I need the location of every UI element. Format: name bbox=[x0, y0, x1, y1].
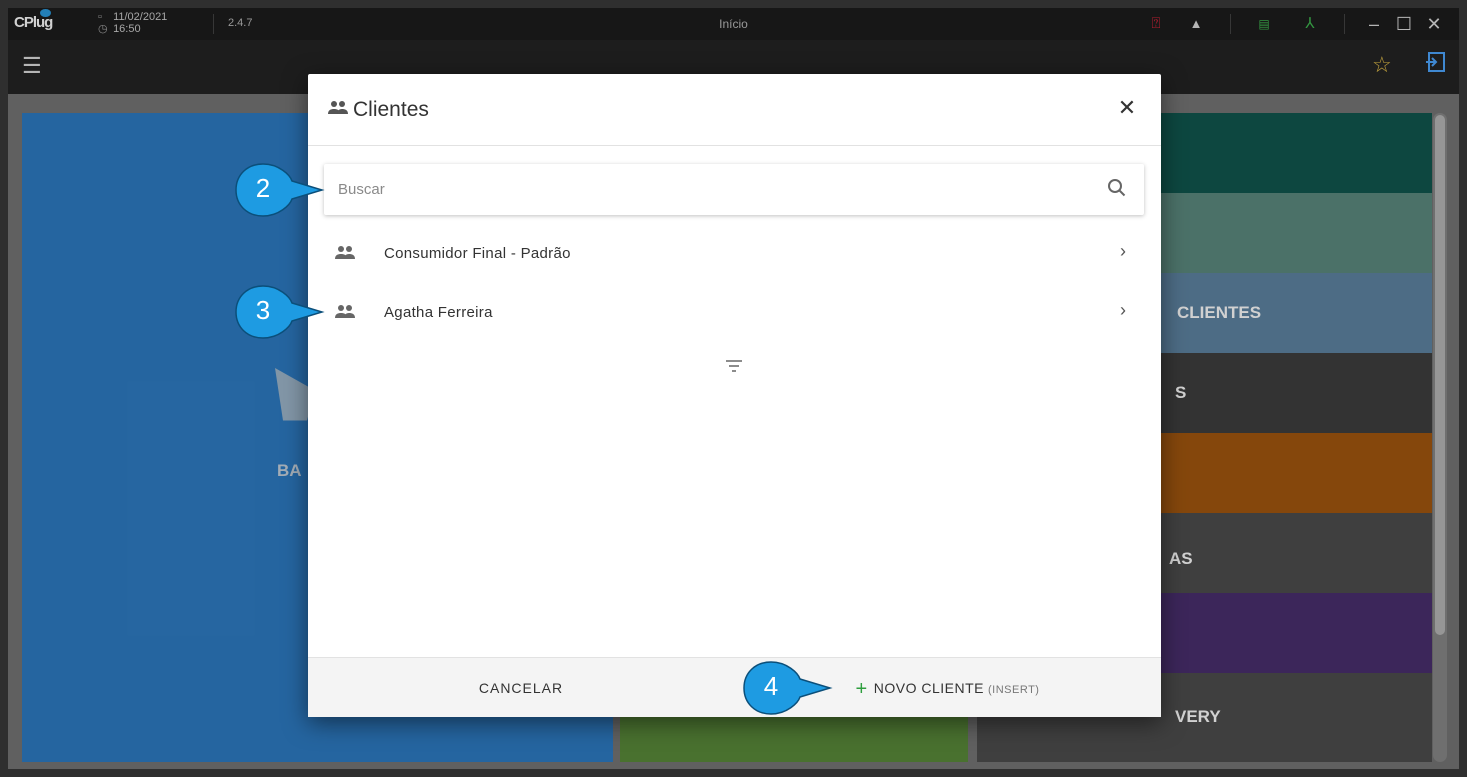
client-list-item[interactable]: Agatha Ferreira › bbox=[308, 284, 1161, 342]
chevron-right-icon: › bbox=[1120, 241, 1126, 261]
callout-marker-4: 4 bbox=[742, 659, 833, 715]
search-icon[interactable] bbox=[1107, 178, 1129, 200]
callout-number: 2 bbox=[255, 173, 271, 203]
callout-marker-3: 3 bbox=[234, 283, 325, 339]
dialog-title: Clientes bbox=[353, 98, 429, 121]
shortcut-hint: (INSERT) bbox=[987, 684, 1040, 696]
client-list-item[interactable]: Consumidor Final - Padrão › bbox=[308, 225, 1161, 283]
cancel-button[interactable]: CANCELAR bbox=[308, 658, 734, 718]
dialog-footer: CANCELAR + NOVO CLIENTE (INSERT) bbox=[308, 657, 1161, 717]
new-client-label: NOVO CLIENTE bbox=[873, 680, 984, 696]
callout-marker-2: 2 bbox=[234, 161, 325, 217]
people-icon bbox=[328, 100, 348, 119]
close-icon[interactable]: ✕ bbox=[1115, 96, 1139, 120]
search-input[interactable] bbox=[324, 164, 1094, 215]
people-icon bbox=[334, 304, 356, 320]
plus-icon: + bbox=[855, 678, 868, 700]
chevron-right-icon: › bbox=[1120, 300, 1126, 320]
callout-number: 4 bbox=[763, 671, 779, 701]
people-icon bbox=[334, 245, 356, 261]
client-name: Consumidor Final - Padrão bbox=[384, 245, 571, 262]
dialog-header: Clientes ✕ bbox=[308, 74, 1161, 146]
client-name: Agatha Ferreira bbox=[384, 304, 493, 321]
callout-number: 3 bbox=[255, 295, 271, 325]
clientes-dialog: Clientes ✕ Consumidor Final - Padrão › A… bbox=[308, 74, 1161, 717]
filter-icon[interactable] bbox=[724, 359, 744, 373]
search-box bbox=[324, 164, 1144, 215]
